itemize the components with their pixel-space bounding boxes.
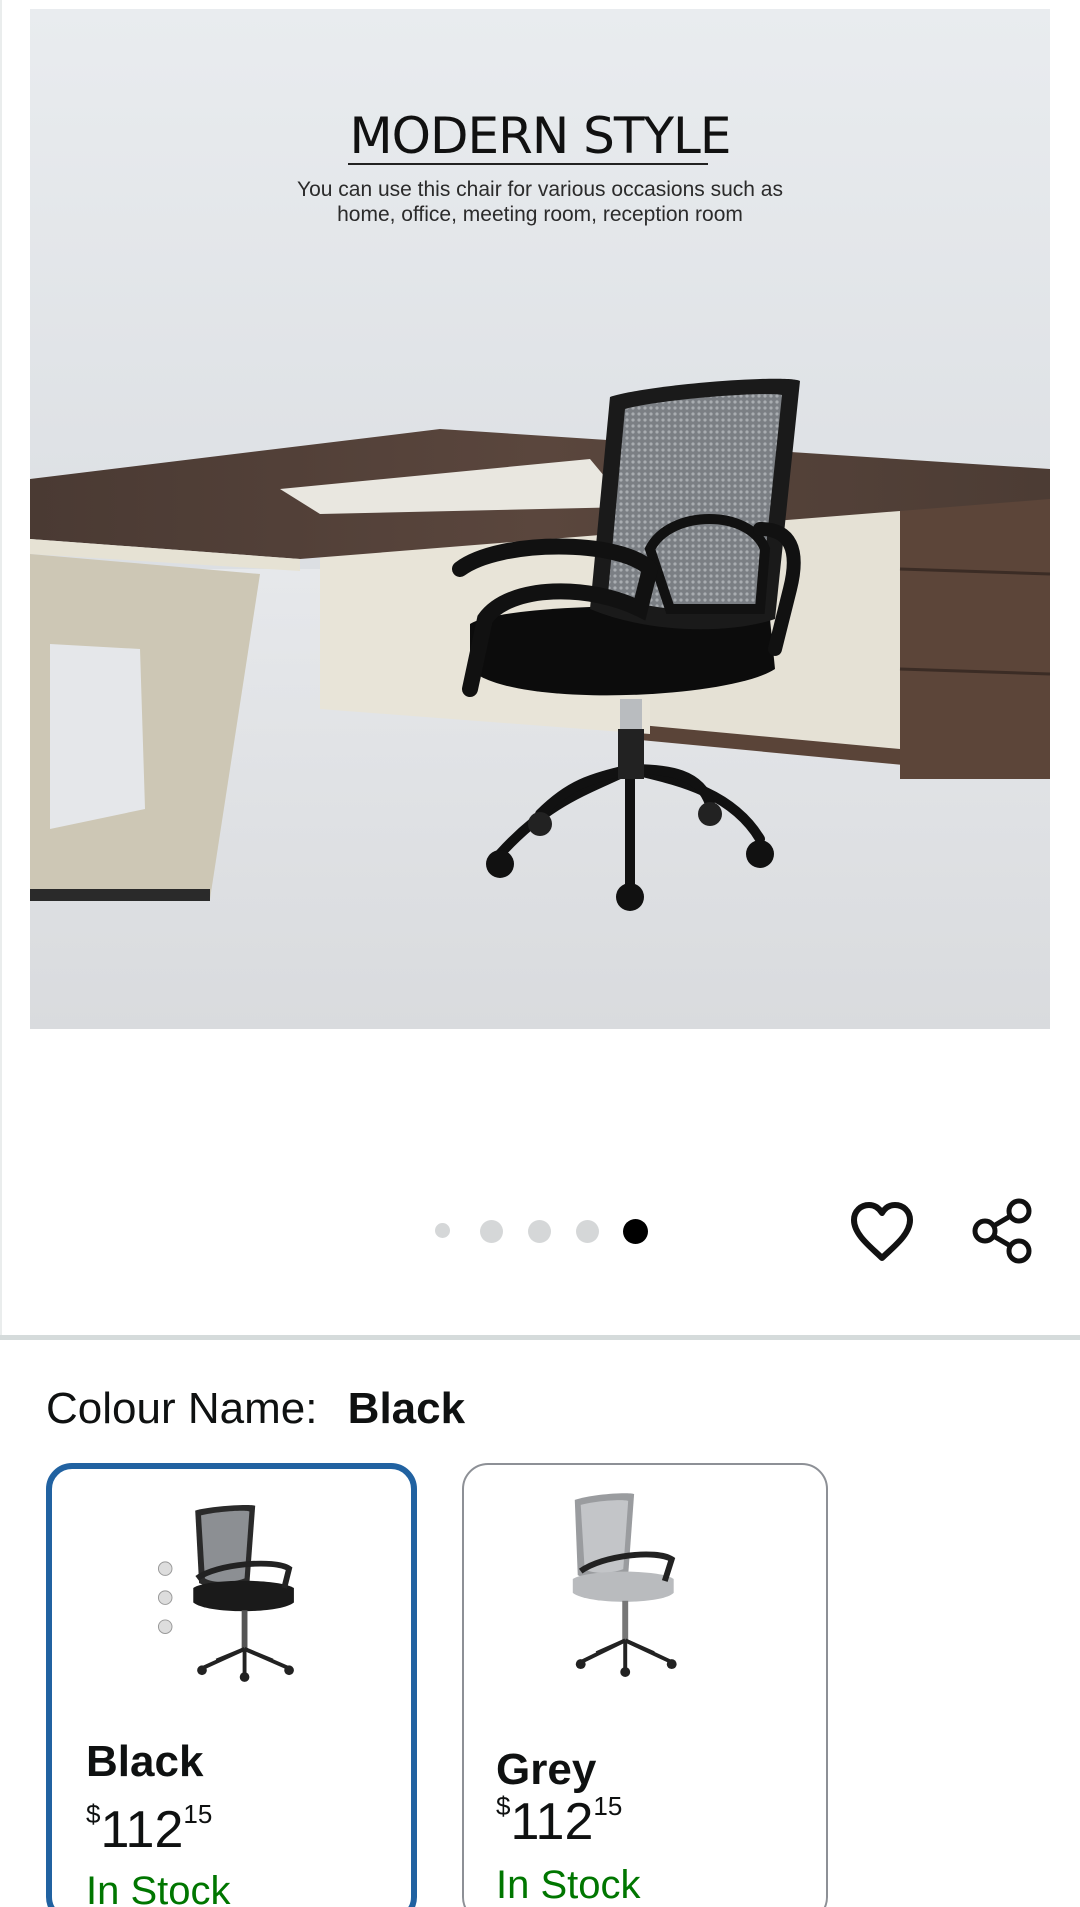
carousel-dot[interactable] xyxy=(576,1220,599,1243)
carousel-dot[interactable] xyxy=(480,1220,503,1243)
image-subtext-line: You can use this chair for various occas… xyxy=(297,178,783,201)
colour-option-price: $11215 xyxy=(496,1791,622,1852)
price-currency: $ xyxy=(496,1791,511,1821)
headline-underline xyxy=(348,163,708,165)
wishlist-button[interactable] xyxy=(848,1198,916,1266)
colour-name-key: Colour Name: xyxy=(46,1384,318,1433)
section-divider xyxy=(0,1335,1080,1340)
availability-status: In Stock xyxy=(86,1869,231,1907)
image-subtext: You can use this chair for various occas… xyxy=(30,177,1050,227)
colour-option-name: Black xyxy=(86,1737,204,1786)
image-subtext-line: home, office, meeting room, reception ro… xyxy=(337,203,743,226)
carousel-dot[interactable] xyxy=(435,1223,450,1238)
heart-icon xyxy=(851,1202,913,1261)
colour-option-grey[interactable]: Grey $11215 In Stock xyxy=(462,1463,828,1907)
colour-option-name: Grey xyxy=(496,1745,597,1794)
colour-option-black[interactable]: Black $11215 In Stock xyxy=(46,1463,417,1907)
colour-name-label: Colour Name: Black xyxy=(46,1384,465,1434)
availability-status: In Stock xyxy=(496,1863,641,1907)
left-edge-line xyxy=(0,0,2,1335)
carousel-dot[interactable] xyxy=(528,1220,551,1243)
price-fraction: 15 xyxy=(183,1799,213,1829)
colour-name-value: Black xyxy=(347,1384,466,1433)
price-currency: $ xyxy=(86,1799,101,1829)
product-image[interactable]: MODERN STYLE You can use this chair for … xyxy=(30,9,1050,1029)
colour-option-thumbnail xyxy=(157,1505,294,1682)
share-button[interactable] xyxy=(968,1196,1038,1266)
price-whole: 112 xyxy=(510,1793,594,1851)
carousel-dot-active[interactable] xyxy=(623,1219,648,1244)
colour-option-thumbnail xyxy=(572,1493,677,1677)
price-whole: 112 xyxy=(100,1801,184,1859)
colour-option-price: $11215 xyxy=(86,1799,212,1860)
image-headline: MODERN STYLE xyxy=(349,107,732,165)
share-icon xyxy=(972,1198,1032,1264)
price-fraction: 15 xyxy=(593,1791,623,1821)
